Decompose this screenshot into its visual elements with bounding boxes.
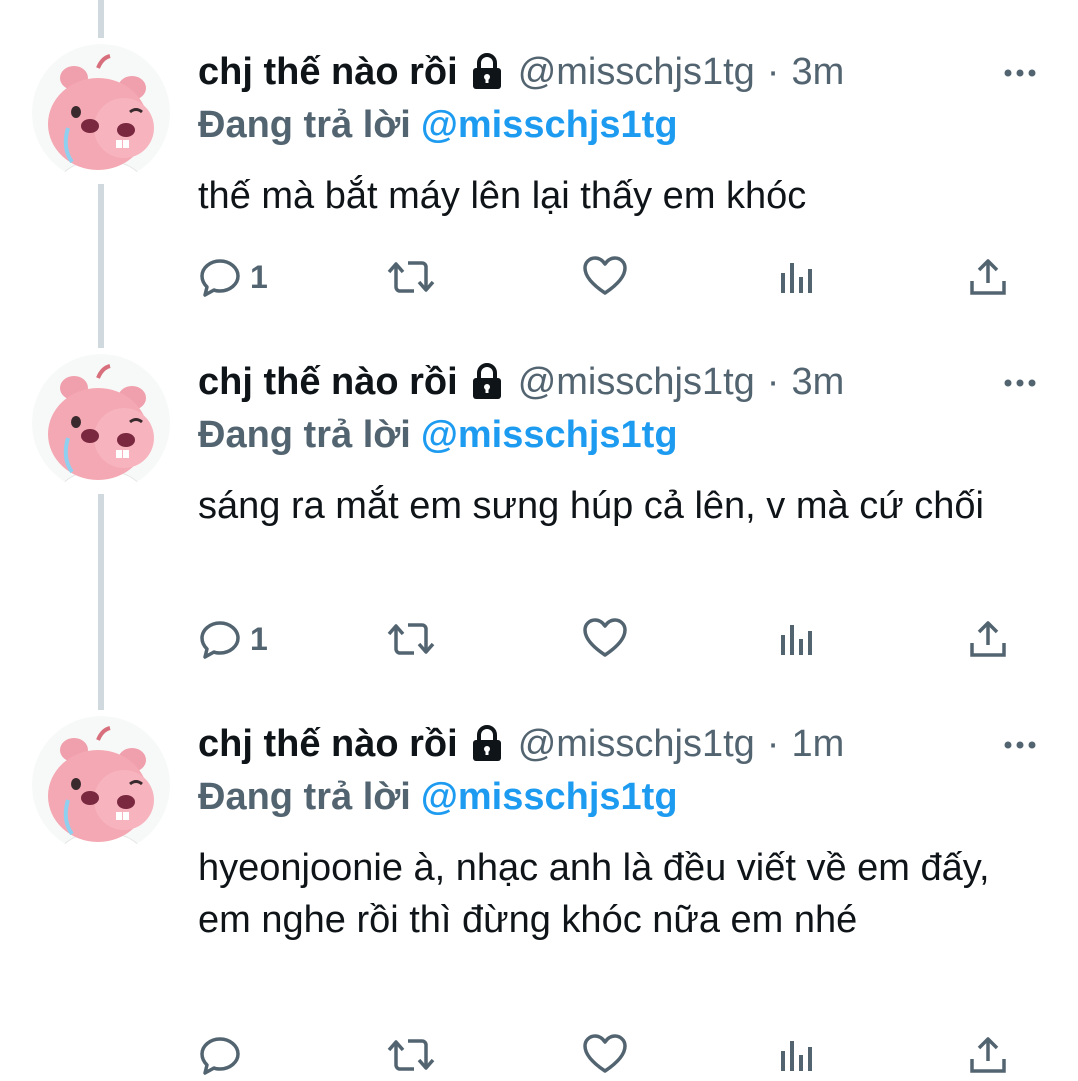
like-button[interactable] bbox=[582, 252, 628, 302]
tweet[interactable]: chj thế nào rồi @misschjs1tg · 3m Đang t… bbox=[0, 354, 1078, 674]
avatar[interactable] bbox=[32, 44, 170, 182]
avatar-image bbox=[48, 54, 154, 182]
user-handle[interactable]: @misschjs1tg bbox=[518, 361, 755, 404]
user-handle[interactable]: @misschjs1tg bbox=[518, 51, 755, 94]
tweet[interactable]: chj thế nào rồi @misschjs1tg · 3m Đang t… bbox=[0, 44, 1078, 314]
lock-icon bbox=[470, 363, 504, 401]
display-name[interactable]: chj thế nào rồi bbox=[198, 361, 458, 404]
lock-icon bbox=[470, 53, 504, 91]
share-icon bbox=[970, 621, 1006, 657]
timestamp[interactable]: 3m bbox=[791, 361, 844, 404]
display-name[interactable]: chj thế nào rồi bbox=[198, 51, 458, 94]
display-name[interactable]: chj thế nào rồi bbox=[198, 723, 458, 766]
replying-to-handle[interactable]: @misschjs1tg bbox=[421, 104, 678, 146]
share-button[interactable] bbox=[968, 1030, 1008, 1080]
avatar-image bbox=[48, 364, 154, 492]
user-handle[interactable]: @misschjs1tg bbox=[518, 723, 755, 766]
heart-icon bbox=[583, 256, 627, 295]
lock-icon bbox=[470, 725, 504, 763]
replying-to-label: Đang trả lời bbox=[198, 104, 411, 146]
views-icon bbox=[781, 1041, 812, 1071]
replying-to: Đang trả lời @misschjs1tg bbox=[198, 104, 678, 147]
views-button[interactable] bbox=[776, 252, 816, 302]
share-icon bbox=[970, 1037, 1006, 1073]
views-icon bbox=[781, 263, 812, 293]
more-icon[interactable] bbox=[1000, 58, 1040, 88]
share-button[interactable] bbox=[968, 252, 1008, 302]
timestamp[interactable]: 1m bbox=[791, 723, 844, 766]
reply-button[interactable]: 1 bbox=[198, 252, 268, 302]
action-bar bbox=[198, 1030, 1038, 1080]
retweet-button[interactable] bbox=[386, 1030, 436, 1080]
retweet-button[interactable] bbox=[386, 614, 436, 664]
like-button[interactable] bbox=[582, 1030, 628, 1080]
reply-count: 1 bbox=[250, 620, 268, 657]
separator-dot: · bbox=[766, 50, 780, 93]
tweet-text: thế mà bắt máy lên lại thấy em khóc bbox=[198, 175, 807, 217]
avatar-image bbox=[48, 726, 154, 854]
like-button[interactable] bbox=[582, 614, 628, 664]
timestamp[interactable]: 3m bbox=[791, 51, 844, 94]
views-button[interactable] bbox=[776, 1030, 816, 1080]
views-icon bbox=[781, 625, 812, 655]
tweet-text: hyeonjoonie à, nhạc anh là đều viết về e… bbox=[198, 847, 990, 941]
tweet-header: chj thế nào rồi @misschjs1tg · 3m bbox=[198, 44, 844, 100]
more-icon[interactable] bbox=[1000, 730, 1040, 760]
reply-icon bbox=[200, 1037, 240, 1075]
tweet[interactable]: chj thế nào rồi @misschjs1tg · 1m Đang t… bbox=[0, 716, 1078, 1081]
heart-icon bbox=[583, 618, 627, 657]
reply-button[interactable] bbox=[198, 1030, 250, 1080]
replying-to-label: Đang trả lời bbox=[198, 414, 411, 456]
action-bar: 1 bbox=[198, 614, 1038, 664]
separator-dot: · bbox=[766, 360, 780, 403]
retweet-icon bbox=[387, 623, 435, 655]
retweet-icon bbox=[387, 1039, 435, 1071]
avatar[interactable] bbox=[32, 716, 170, 854]
replying-to: Đang trả lời @misschjs1tg bbox=[198, 414, 678, 457]
retweet-button[interactable] bbox=[386, 252, 436, 302]
action-bar: 1 bbox=[198, 252, 1038, 302]
tweet-text: sáng ra mắt em sưng húp cả lên, v mà cứ … bbox=[198, 485, 984, 527]
replying-to-handle[interactable]: @misschjs1tg bbox=[421, 776, 678, 818]
reply-icon bbox=[200, 621, 240, 659]
views-button[interactable] bbox=[776, 614, 816, 664]
replying-to-label: Đang trả lời bbox=[198, 776, 411, 818]
tweet-header: chj thế nào rồi @misschjs1tg · 1m bbox=[198, 716, 844, 772]
more-icon[interactable] bbox=[1000, 368, 1040, 398]
share-button[interactable] bbox=[968, 614, 1008, 664]
share-icon bbox=[970, 259, 1006, 295]
reply-count: 1 bbox=[250, 258, 268, 295]
reply-button[interactable]: 1 bbox=[198, 614, 268, 664]
avatar[interactable] bbox=[32, 354, 170, 492]
thread-line bbox=[98, 0, 104, 38]
retweet-icon bbox=[387, 261, 435, 293]
reply-icon bbox=[200, 259, 240, 297]
separator-dot: · bbox=[766, 722, 780, 765]
replying-to-handle[interactable]: @misschjs1tg bbox=[421, 414, 678, 456]
tweet-header: chj thế nào rồi @misschjs1tg · 3m bbox=[198, 354, 844, 410]
replying-to: Đang trả lời @misschjs1tg bbox=[198, 776, 678, 819]
heart-icon bbox=[583, 1034, 627, 1073]
